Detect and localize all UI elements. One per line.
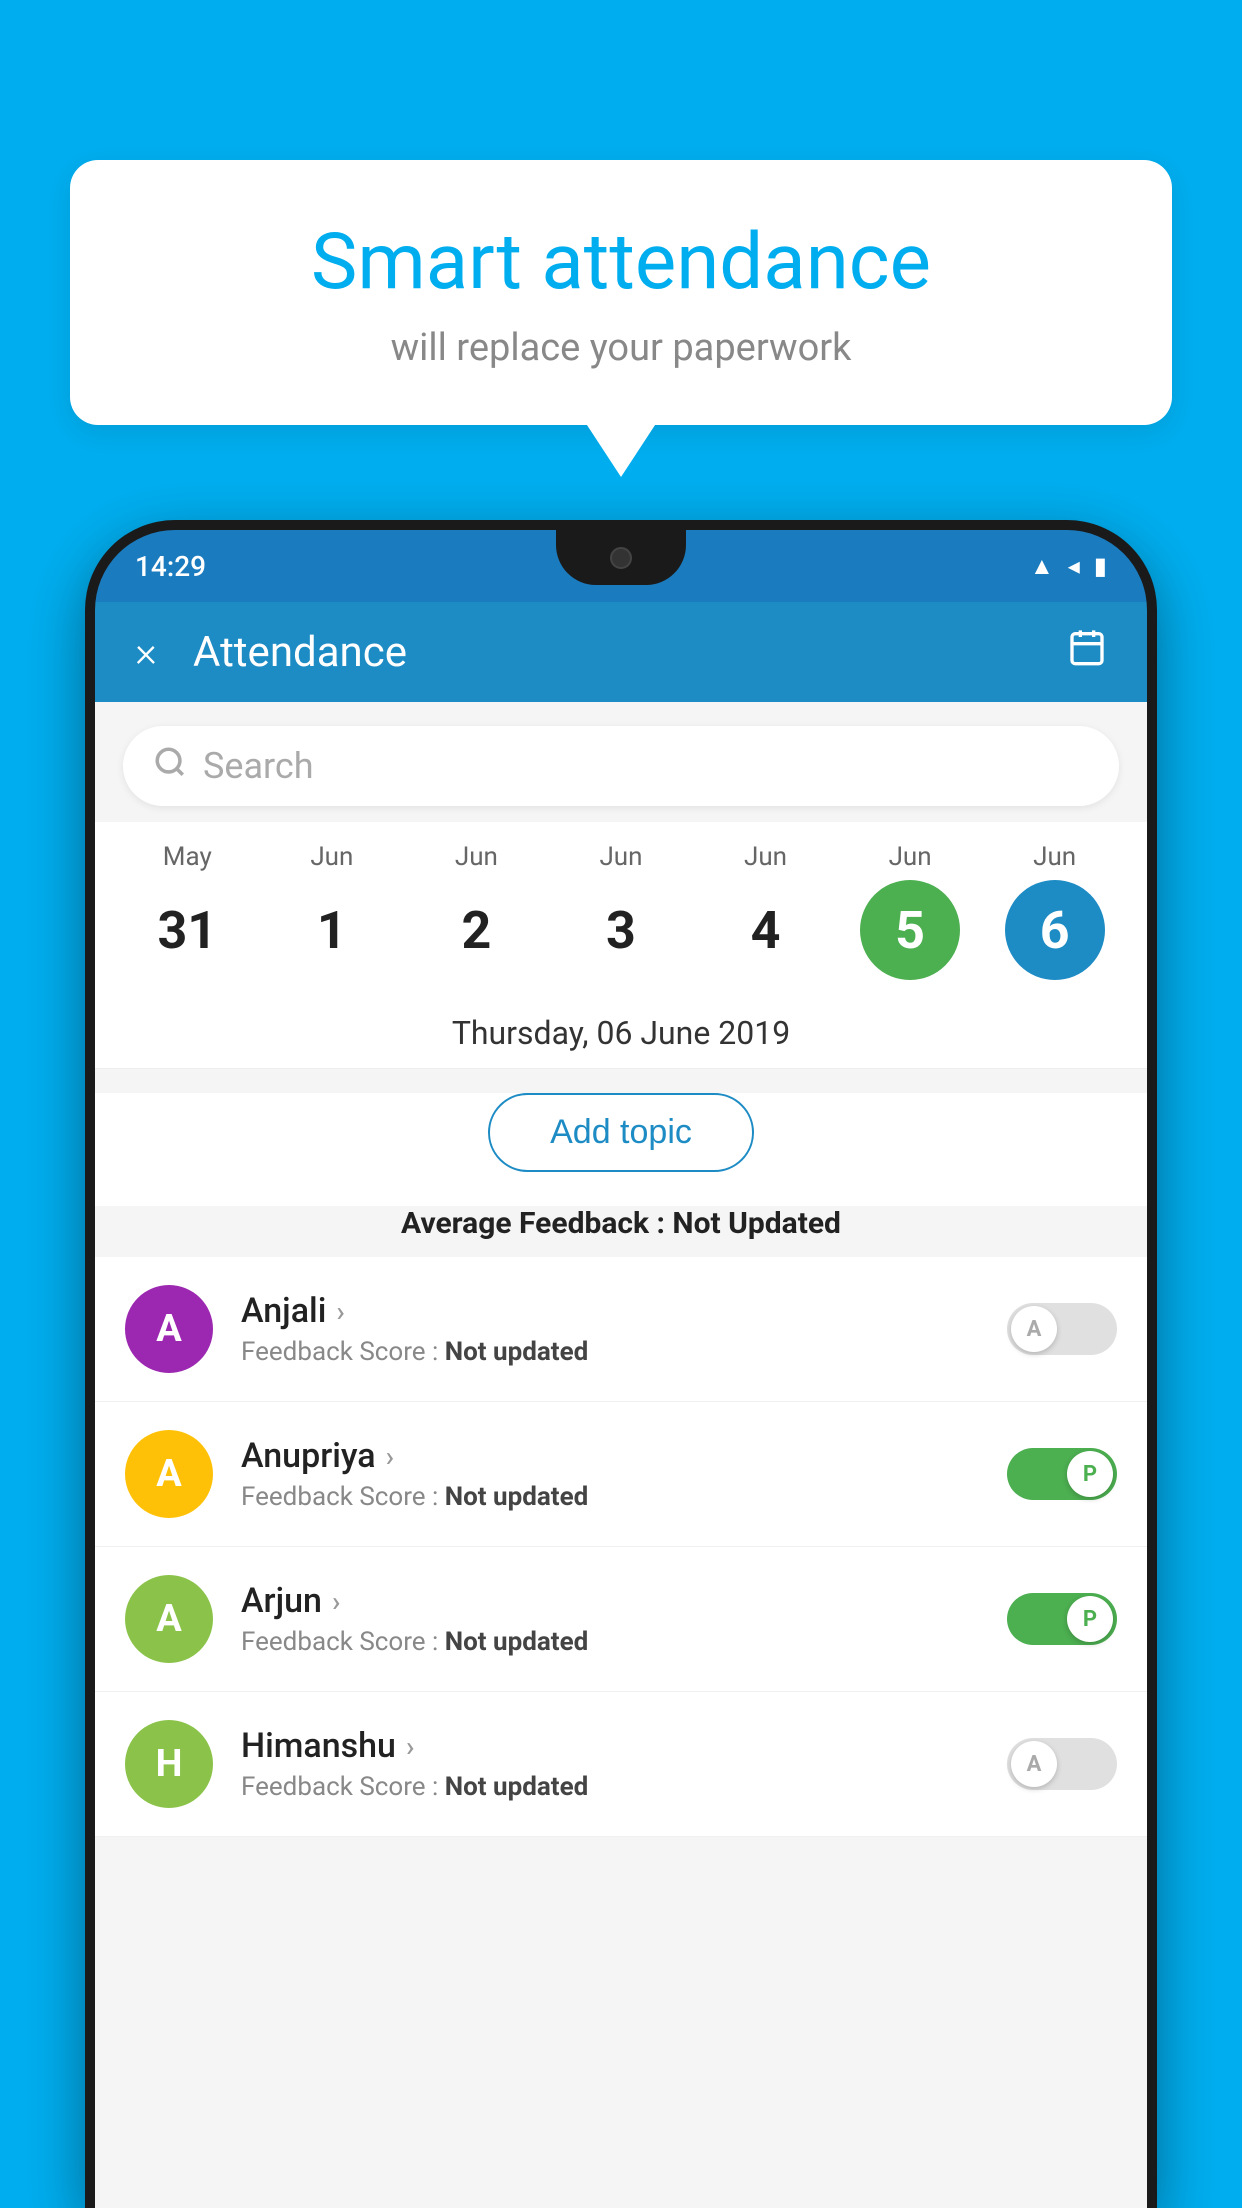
calendar-icon[interactable] (1067, 627, 1107, 677)
date-selected: Thursday, 06 June 2019 (95, 990, 1147, 1069)
speech-bubble-container: Smart attendance will replace your paper… (70, 160, 1172, 425)
student-info: Arjun › Feedback Score : Not updated (241, 1581, 1007, 1657)
app-header: × Attendance (95, 602, 1147, 702)
phone-content: Search May 31 Jun 1 Jun 2 Jun 3 Jun 4 Jun 5 Jun 6 Thu… (95, 702, 1147, 2208)
cal-day-number: 2 (426, 880, 526, 980)
student-item[interactable]: A Anupriya › Feedback Score : Not updated P (95, 1402, 1147, 1547)
toggle-knob: P (1067, 1451, 1113, 1497)
status-time: 14:29 (135, 550, 206, 583)
attendance-toggle[interactable]: P (1007, 1593, 1117, 1645)
wifi-icon: ▲ (1030, 552, 1054, 581)
student-feedback: Feedback Score : Not updated (241, 1627, 1007, 1657)
cal-month-label: Jun (744, 842, 787, 872)
calendar-days: May 31 Jun 1 Jun 2 Jun 3 Jun 4 Jun 5 Jun 6 (95, 842, 1147, 980)
bubble-subtitle: will replace your paperwork (130, 326, 1112, 370)
cal-day-number: 31 (137, 880, 237, 980)
cal-day-number: 5 (860, 880, 960, 980)
toggle-knob: A (1011, 1741, 1057, 1787)
calendar-day[interactable]: Jun 6 (995, 842, 1115, 980)
toggle-knob: P (1067, 1596, 1113, 1642)
attendance-toggle[interactable]: A (1007, 1738, 1117, 1790)
bubble-title: Smart attendance (130, 220, 1112, 306)
calendar-day[interactable]: Jun 4 (706, 842, 826, 980)
student-item[interactable]: H Himanshu › Feedback Score : Not updatedA (95, 1692, 1147, 1837)
calendar-strip: May 31 Jun 1 Jun 2 Jun 3 Jun 4 Jun 5 Jun 6 (95, 822, 1147, 990)
student-list: AAnjali ›Feedback Score : Not updatedAAA… (95, 1257, 1147, 1837)
cal-month-label: Jun (1033, 842, 1076, 872)
speech-bubble: Smart attendance will replace your paper… (70, 160, 1172, 425)
search-input[interactable]: Search (203, 745, 314, 787)
phone-inner: 14:29 ▲ ◂ ▮ × Attendance (95, 530, 1147, 2208)
calendar-day[interactable]: Jun 5 (850, 842, 970, 980)
student-item[interactable]: A Arjun › Feedback Score : Not updated P (95, 1547, 1147, 1692)
cal-month-label: Jun (599, 842, 642, 872)
header-title: Attendance (193, 628, 1067, 677)
calendar-day[interactable]: May 31 (127, 842, 247, 980)
phone-frame: 14:29 ▲ ◂ ▮ × Attendance (85, 520, 1157, 2208)
chevron-icon: › (386, 1440, 394, 1473)
selected-date-text: Thursday, 06 June 2019 (452, 1014, 790, 1052)
cal-month-label: Jun (455, 842, 498, 872)
student-name: Arjun › (241, 1581, 1007, 1621)
chevron-icon: › (336, 1295, 344, 1328)
attendance-toggle[interactable]: A (1007, 1303, 1117, 1355)
calendar-day[interactable]: Jun 3 (561, 842, 681, 980)
cal-day-number: 4 (716, 880, 816, 980)
add-topic-button[interactable]: Add topic (488, 1093, 754, 1172)
calendar-day[interactable]: Jun 1 (272, 842, 392, 980)
avg-feedback: Average Feedback : Not Updated (95, 1206, 1147, 1241)
student-name: Anupriya › (241, 1436, 1007, 1476)
close-button[interactable]: × (135, 628, 157, 677)
student-avatar: A (125, 1430, 213, 1518)
student-info: Anjali › Feedback Score : Not updated (241, 1291, 1007, 1367)
cal-day-number: 3 (571, 880, 671, 980)
calendar-day[interactable]: Jun 2 (416, 842, 536, 980)
student-avatar: A (125, 1575, 213, 1663)
student-avatar: H (125, 1720, 213, 1808)
search-icon (153, 745, 187, 788)
student-name: Himanshu › (241, 1726, 1007, 1766)
chevron-icon: › (332, 1585, 340, 1618)
avg-feedback-label: Average Feedback : (401, 1206, 665, 1241)
signal-icon: ◂ (1068, 552, 1080, 580)
student-feedback: Feedback Score : Not updated (241, 1772, 1007, 1802)
chevron-icon: › (406, 1730, 414, 1763)
student-info: Himanshu › Feedback Score : Not updated (241, 1726, 1007, 1802)
cal-day-number: 6 (1005, 880, 1105, 980)
avg-feedback-value: Not Updated (672, 1206, 841, 1241)
student-item[interactable]: AAnjali ›Feedback Score : Not updatedA (95, 1257, 1147, 1402)
notch-camera (610, 547, 632, 569)
toggle-knob: A (1011, 1306, 1057, 1352)
student-info: Anupriya › Feedback Score : Not updated (241, 1436, 1007, 1512)
student-feedback: Feedback Score : Not updated (241, 1482, 1007, 1512)
search-bar[interactable]: Search (123, 726, 1119, 806)
student-avatar: A (125, 1285, 213, 1373)
cal-month-label: Jun (889, 842, 932, 872)
status-icons: ▲ ◂ ▮ (1030, 552, 1107, 581)
phone-notch (556, 530, 686, 585)
student-name: Anjali › (241, 1291, 1007, 1331)
attendance-toggle[interactable]: P (1007, 1448, 1117, 1500)
cal-month-label: Jun (310, 842, 353, 872)
battery-icon: ▮ (1094, 552, 1107, 580)
cal-month-label: May (163, 842, 212, 872)
student-feedback: Feedback Score : Not updated (241, 1337, 1007, 1367)
cal-day-number: 1 (282, 880, 382, 980)
